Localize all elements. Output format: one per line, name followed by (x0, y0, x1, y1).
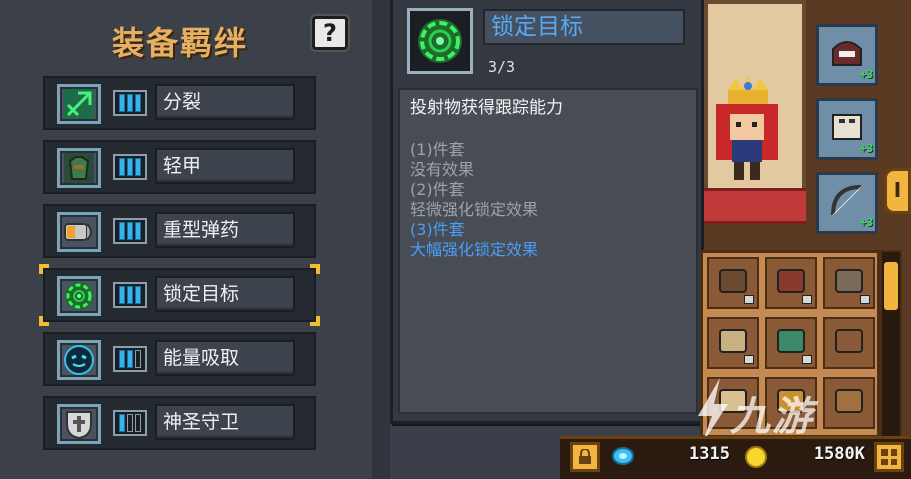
gear-slot[interactable]: +3 (816, 98, 878, 160)
tier-label: (1)件套 (410, 140, 465, 159)
progress-bar-segment (127, 350, 133, 368)
progress-bar-segment (135, 414, 141, 432)
set-name: 轻甲 (155, 148, 295, 184)
set-name: 能量吸取 (155, 340, 295, 376)
inventory-slot[interactable] (707, 317, 759, 369)
inventory-slot[interactable] (765, 257, 817, 309)
progress-bar-segment (135, 94, 141, 112)
set-progress-bars (113, 90, 147, 116)
progress-bar-segment (119, 158, 125, 176)
progress-bar-segment (135, 286, 141, 304)
selection-corner (39, 316, 49, 326)
tier-effect: 大幅强化锁定效果 (410, 240, 539, 259)
set-tooltip: 锁定目标 3/3 投射物获得跟踪能力 (1)件套 没有效果 (2)件套 轻微强化锁定效… (390, 0, 704, 424)
tier-effect: 轻微强化锁定效果 (410, 200, 539, 219)
lock-button[interactable] (570, 442, 600, 472)
holy-shield-icon (57, 404, 101, 444)
side-tab[interactable]: I (884, 168, 911, 214)
heavy-ammo-icon (57, 212, 101, 252)
divider (372, 0, 390, 479)
lock-icon (860, 295, 870, 304)
progress-bar-segment (127, 158, 133, 176)
set-name: 神圣守卫 (155, 404, 295, 440)
inventory-slot[interactable] (707, 257, 759, 309)
tier-label: (3)件套 (410, 220, 465, 239)
light-armor-icon (57, 148, 101, 188)
lock-icon (744, 295, 754, 304)
panel-title: 装备羁绊 (112, 24, 249, 62)
target-lock-icon (407, 8, 473, 74)
equipped-gear: +3 +3 +3 (810, 18, 882, 238)
lock-icon (802, 295, 812, 304)
tier-label: (2)件套 (410, 180, 465, 199)
selection-corner (310, 264, 320, 274)
inventory-slot[interactable] (823, 317, 875, 369)
split-arrows-icon (57, 84, 101, 124)
tooltip-title: 锁定目标 (483, 9, 685, 45)
gem-count: 1315 (689, 444, 730, 464)
set-progress-bars (113, 282, 147, 308)
grid-cell (881, 449, 888, 456)
lock-icon (744, 355, 754, 364)
inventory-slot[interactable] (823, 257, 875, 309)
progress-bar-segment (135, 158, 141, 176)
progress-bar-segment (135, 350, 141, 368)
progress-bar-segment (119, 94, 125, 112)
set-row[interactable]: 轻甲 (43, 140, 316, 194)
upgrade-badge: +3 (859, 68, 873, 81)
selection-corner (39, 264, 49, 274)
tooltip-body: 投射物获得跟踪能力 (1)件套 没有效果 (2)件套 轻微强化锁定效果 (3)件套 大幅强… (398, 88, 698, 414)
scrollbar-thumb[interactable] (884, 262, 898, 310)
progress-bar-segment (119, 414, 125, 432)
set-row[interactable]: 能量吸取 (43, 332, 316, 386)
set-progress-bars (113, 154, 147, 180)
gear-slot[interactable]: +3 (816, 24, 878, 86)
grid-cell (890, 449, 897, 456)
gear-slot[interactable]: +3 (816, 172, 878, 234)
selection-corner (310, 316, 320, 326)
set-name: 重型弹药 (155, 212, 295, 248)
lock-icon (802, 355, 812, 364)
grid-menu-button[interactable] (874, 442, 904, 472)
watermark-text: 九游 (730, 394, 814, 440)
lock-icon (579, 449, 591, 464)
set-row[interactable]: 锁定目标 (39, 264, 320, 326)
set-progress-bars (113, 218, 147, 244)
progress-bar-segment (135, 222, 141, 240)
progress-bar-segment (119, 222, 125, 240)
set-row[interactable]: 分裂 (43, 76, 316, 130)
progress-bar-segment (119, 286, 125, 304)
progress-bar-segment (127, 222, 133, 240)
target-lock-icon (57, 276, 101, 316)
grid-cell (881, 458, 888, 465)
tier-effect: 没有效果 (410, 160, 475, 179)
grid-cell (890, 458, 897, 465)
set-progress-bars (113, 346, 147, 372)
set-row[interactable]: 重型弹药 (43, 204, 316, 258)
set-name: 锁定目标 (155, 276, 295, 312)
set-progress-bars (113, 410, 147, 436)
gem-icon (612, 447, 634, 465)
character-banner (704, 188, 806, 224)
progress-bar-segment (127, 94, 133, 112)
coin-icon (745, 446, 767, 468)
energy-drain-icon (57, 340, 101, 380)
tooltip-description: 投射物获得跟踪能力 (410, 98, 563, 118)
progress-bar-segment (127, 286, 133, 304)
tooltip-count: 3/3 (488, 58, 516, 76)
coin-count: 1580K (813, 444, 865, 464)
help-button[interactable]: ? (312, 16, 348, 50)
inventory-slot[interactable] (765, 317, 817, 369)
progress-bar-segment (127, 414, 133, 432)
character-portrait (716, 76, 778, 180)
set-name: 分裂 (155, 84, 295, 120)
set-row[interactable]: 神圣守卫 (43, 396, 316, 450)
swirl-icon (832, 324, 866, 362)
progress-bar-segment (119, 350, 125, 368)
upgrade-badge: +3 (859, 142, 873, 155)
upgrade-badge: +3 (859, 216, 873, 229)
